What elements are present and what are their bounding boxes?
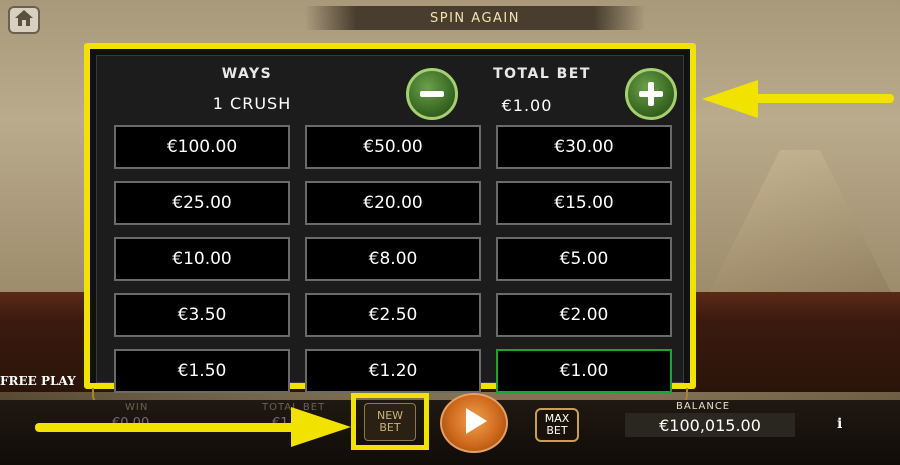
balance-display: €100,015.00 [625,413,795,437]
bet-option[interactable]: €10.00 [114,237,290,281]
bet-option[interactable]: €100.00 [114,125,290,169]
ways-label: WAYS [221,66,273,82]
bet-option[interactable]: €30.00 [496,125,672,169]
arrow-icon [35,407,351,447]
free-play-label: FREE PLAY [0,374,76,388]
home-button[interactable] [8,6,40,34]
bet-option[interactable]: €8.00 [305,237,481,281]
bet-option[interactable]: €2.00 [496,293,672,337]
spin-again-text: SPIN AGAIN [430,10,520,26]
max-bet-line2: BET [546,424,568,437]
new-bet-highlight-frame [351,393,429,450]
max-bet-button[interactable]: MAX BET [535,408,579,442]
balance-value: €100,015.00 [659,415,761,435]
balance-label: BALANCE [676,401,731,412]
bet-option[interactable]: €1.50 [114,349,290,393]
bet-panel-inner: WAYS 1 CRUSH TOTAL BET €1.00 €100.00 €50… [96,55,684,393]
bet-option[interactable]: €1.20 [305,349,481,393]
bet-selection-panel: WAYS 1 CRUSH TOTAL BET €1.00 €100.00 €50… [84,43,696,393]
minus-icon [417,79,447,109]
bet-option[interactable]: €3.50 [114,293,290,337]
info-button[interactable]: i [837,416,842,432]
spin-again-banner: SPIN AGAIN [305,6,645,30]
bet-option-selected[interactable]: €1.00 [496,349,672,393]
increase-bet-button[interactable] [625,68,677,120]
plus-icon [636,79,666,109]
play-icon [456,403,492,443]
total-bet-label: TOTAL BET [493,66,591,82]
bet-option[interactable]: €2.50 [305,293,481,337]
spin-button[interactable] [440,393,508,453]
home-icon [14,9,34,31]
decrease-bet-button[interactable] [406,68,458,120]
bet-option[interactable]: €50.00 [305,125,481,169]
bet-option[interactable]: €5.00 [496,237,672,281]
bet-option[interactable]: €20.00 [305,181,481,225]
total-bet-value: €1.00 [501,96,553,115]
arrow-icon [702,80,894,118]
ways-value: 1 CRUSH [212,94,292,113]
bet-option[interactable]: €25.00 [114,181,290,225]
bet-option[interactable]: €15.00 [496,181,672,225]
